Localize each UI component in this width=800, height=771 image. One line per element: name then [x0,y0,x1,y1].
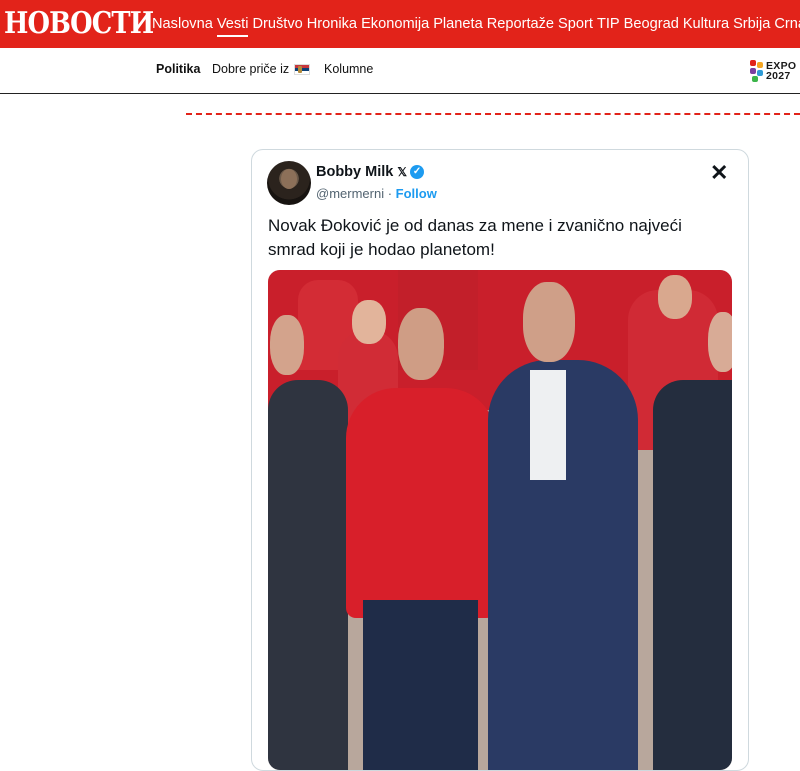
photo-figure-suit [653,380,732,770]
photo-face [708,312,732,372]
expo-line2: 2027 [766,70,791,82]
follow-button[interactable]: Follow [396,186,437,201]
nav-item-crna-gora[interactable]: Crna G [774,0,800,48]
nav-item-srbija[interactable]: Srbija [733,0,770,48]
nav-item-kultura[interactable]: Kultura [683,0,729,48]
verified-badge-icon: ✓ [410,165,425,179]
photo-face [270,315,304,375]
nav-item-vesti[interactable]: Vesti [216,0,248,48]
photo-shirt [530,370,566,480]
serbia-flag-icon [294,63,311,75]
sub-nav: Politika Dobre priče iz Kolumne [0,48,800,94]
embedded-tweet[interactable]: Bobby Milk 𝕏 ✓ @mermerni · Follow ✕ Nova… [251,149,749,771]
separator-dot: · [384,186,396,201]
main-nav: Naslovna Vesti Društvo Hronika Ekonomija… [152,0,800,48]
nav-item-tip[interactable]: TIP [597,0,620,48]
nav-item-beograd[interactable]: Beograd [624,0,679,48]
subnav-item-politika[interactable]: Politika [156,62,200,76]
nav-item-ekonomija[interactable]: Ekonomija [361,0,429,48]
subnav-item-kolumne[interactable]: Kolumne [324,62,373,76]
photo-face [352,300,386,344]
expo-logo-icon [750,60,764,82]
nav-item-reportaze[interactable]: Reportaže [487,0,554,48]
x-affiliation-icon: 𝕏 [397,165,408,179]
nav-item-hronika[interactable]: Hronika [307,0,357,48]
photo-face [398,308,444,380]
nav-item-sport[interactable]: Sport [558,0,593,48]
photo-face [523,282,575,362]
subnav-item-dobre-price-label: Dobre priče iz [212,62,290,76]
section-divider [186,113,800,115]
photo-figure-red-shirt [346,388,496,618]
site-logo[interactable]: НОВОСТИ [4,6,154,42]
subnav-item-dobre-price[interactable]: Dobre priče iz [212,62,311,76]
nav-item-naslovna[interactable]: Naslovna [152,0,213,48]
expo-2027-badge[interactable]: EXPO 2027 [750,60,796,82]
tweet-author-name: Bobby Milk [316,164,394,180]
photo-figure-suit [268,380,348,770]
photo-figure-trousers [363,600,478,770]
nav-item-drustvo[interactable]: Društvo [252,0,302,48]
nav-item-planeta[interactable]: Planeta [433,0,483,48]
tweet-author-handle[interactable]: @mermerni [316,186,384,201]
tweet-handle-row: @mermerni · Follow [316,186,437,201]
tweet-author-avatar[interactable] [267,161,311,205]
tweet-photo[interactable] [268,270,732,770]
tweet-text: Novak Đoković je od danas za mene i zvan… [268,216,682,259]
x-logo-icon[interactable]: ✕ [710,160,728,186]
tweet-author-name-row[interactable]: Bobby Milk 𝕏 ✓ [316,164,425,180]
top-header: НОВОСТИ Naslovna Vesti Društvo Hronika E… [0,0,800,48]
photo-face [658,275,692,319]
